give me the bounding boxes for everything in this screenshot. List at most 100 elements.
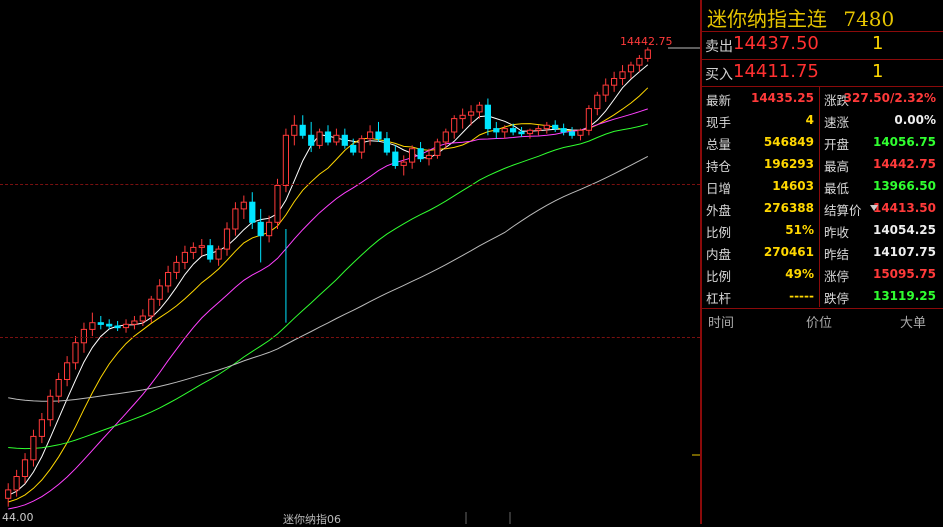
- candle-up[interactable]: [173, 261, 180, 273]
- candle-down[interactable]: [375, 131, 382, 140]
- candle-up[interactable]: [291, 124, 298, 136]
- candle-up[interactable]: [190, 246, 197, 253]
- ma20-line: [8, 108, 648, 510]
- candle-down[interactable]: [341, 134, 348, 146]
- stat-value: 196293: [763, 157, 814, 171]
- stat-label: 内盘: [706, 247, 732, 262]
- candle-up[interactable]: [459, 114, 466, 120]
- candle-up[interactable]: [198, 245, 205, 248]
- candle-up[interactable]: [400, 161, 407, 166]
- candle-up[interactable]: [89, 322, 96, 330]
- dropdown-triangle-icon[interactable]: [870, 205, 878, 211]
- candle-up[interactable]: [232, 208, 239, 230]
- candle-up[interactable]: [240, 201, 247, 210]
- candle-down[interactable]: [392, 151, 399, 167]
- candle-up[interactable]: [274, 185, 281, 223]
- candle-up[interactable]: [282, 134, 289, 187]
- candle-down[interactable]: [106, 323, 113, 327]
- high-price-label: 14442.75: [620, 35, 673, 48]
- quote-panel: 迷你纳指主连 7480 卖出 14437.50 1 买入 14411.75 1 …: [700, 0, 943, 524]
- candle-up[interactable]: [215, 248, 222, 260]
- candle-up[interactable]: [131, 320, 138, 325]
- candle-up[interactable]: [181, 251, 189, 263]
- candle-up[interactable]: [425, 154, 433, 160]
- candle-up[interactable]: [644, 49, 651, 59]
- bid-row[interactable]: 买入 14411.75 1: [702, 60, 943, 86]
- candle-down[interactable]: [417, 148, 424, 160]
- candle-up[interactable]: [367, 131, 374, 140]
- ask-row[interactable]: 卖出 14437.50 1: [702, 32, 943, 58]
- candle-up[interactable]: [47, 395, 54, 421]
- stat-label: 比例: [706, 225, 732, 240]
- candle-down[interactable]: [350, 144, 357, 153]
- candle-up[interactable]: [627, 64, 635, 73]
- candle-up[interactable]: [501, 128, 508, 133]
- candle-up[interactable]: [594, 94, 601, 110]
- candle-up[interactable]: [442, 131, 449, 143]
- stat-value: 14603: [772, 179, 814, 193]
- candle-down[interactable]: [114, 325, 121, 329]
- candle-up[interactable]: [451, 118, 458, 133]
- candle-down[interactable]: [510, 128, 517, 133]
- candle-up[interactable]: [602, 84, 609, 96]
- candle-down[interactable]: [383, 138, 390, 153]
- candle-up[interactable]: [21, 459, 29, 477]
- candle-up[interactable]: [139, 315, 146, 322]
- candle-up[interactable]: [316, 131, 323, 146]
- stat-row: 杠杆 ----- 跌停 13119.25: [702, 285, 943, 307]
- candle-up[interactable]: [333, 134, 340, 143]
- candle-up[interactable]: [72, 342, 79, 364]
- stat-label: 结算价: [824, 203, 862, 218]
- candle-up[interactable]: [38, 419, 45, 437]
- candle-up[interactable]: [611, 78, 618, 86]
- low-price-label: 44.00: [2, 511, 34, 524]
- candle-up[interactable]: [5, 489, 12, 499]
- candle-up[interactable]: [619, 71, 626, 80]
- candle-down[interactable]: [97, 322, 104, 325]
- candle-down[interactable]: [308, 134, 315, 146]
- candle-down[interactable]: [518, 131, 525, 135]
- stat-value: 14054.25: [872, 223, 936, 237]
- ask-volume: 1: [872, 33, 884, 54]
- candle-down[interactable]: [484, 104, 491, 130]
- candle-up[interactable]: [122, 323, 130, 329]
- candle-up[interactable]: [476, 104, 483, 113]
- candle-down[interactable]: [493, 128, 500, 133]
- candle-up[interactable]: [585, 108, 592, 131]
- candle-up[interactable]: [64, 362, 71, 380]
- candle-up[interactable]: [223, 228, 231, 250]
- stat-label: 昨收: [824, 225, 850, 240]
- candle-up[interactable]: [156, 285, 163, 300]
- candle-up[interactable]: [434, 141, 441, 156]
- candle-up[interactable]: [636, 57, 643, 66]
- candle-down[interactable]: [257, 221, 264, 237]
- stat-label: 比例: [706, 269, 732, 284]
- candle-up[interactable]: [55, 379, 62, 397]
- candle-up[interactable]: [165, 272, 172, 287]
- bid-volume: 1: [872, 61, 884, 82]
- candle-up[interactable]: [526, 129, 534, 135]
- kline-chart[interactable]: 14442.75 44.00 迷你纳指06: [0, 0, 700, 526]
- stat-label: 杠杆: [706, 291, 732, 306]
- candle-up[interactable]: [535, 128, 542, 131]
- candle-down[interactable]: [560, 128, 567, 133]
- candle-up[interactable]: [577, 129, 584, 136]
- kline-svg[interactable]: [0, 0, 700, 524]
- candle-up[interactable]: [266, 221, 273, 237]
- candle-down[interactable]: [207, 245, 214, 260]
- reference-line: [0, 337, 700, 338]
- candle-up[interactable]: [409, 148, 416, 163]
- candle-up[interactable]: [30, 435, 37, 461]
- candle-up[interactable]: [13, 476, 20, 491]
- prev-settle-line: [0, 184, 700, 185]
- candle-down[interactable]: [299, 124, 306, 136]
- candle-down[interactable]: [568, 131, 576, 136]
- stat-row: 比例 51% 昨收 14054.25: [702, 219, 943, 241]
- candle-up[interactable]: [468, 111, 475, 116]
- candle-down[interactable]: [249, 201, 256, 223]
- candle-up[interactable]: [358, 138, 365, 153]
- candle-down[interactable]: [552, 124, 559, 130]
- candle-down[interactable]: [324, 131, 332, 143]
- candle-up[interactable]: [543, 124, 550, 130]
- candle-up[interactable]: [148, 298, 155, 317]
